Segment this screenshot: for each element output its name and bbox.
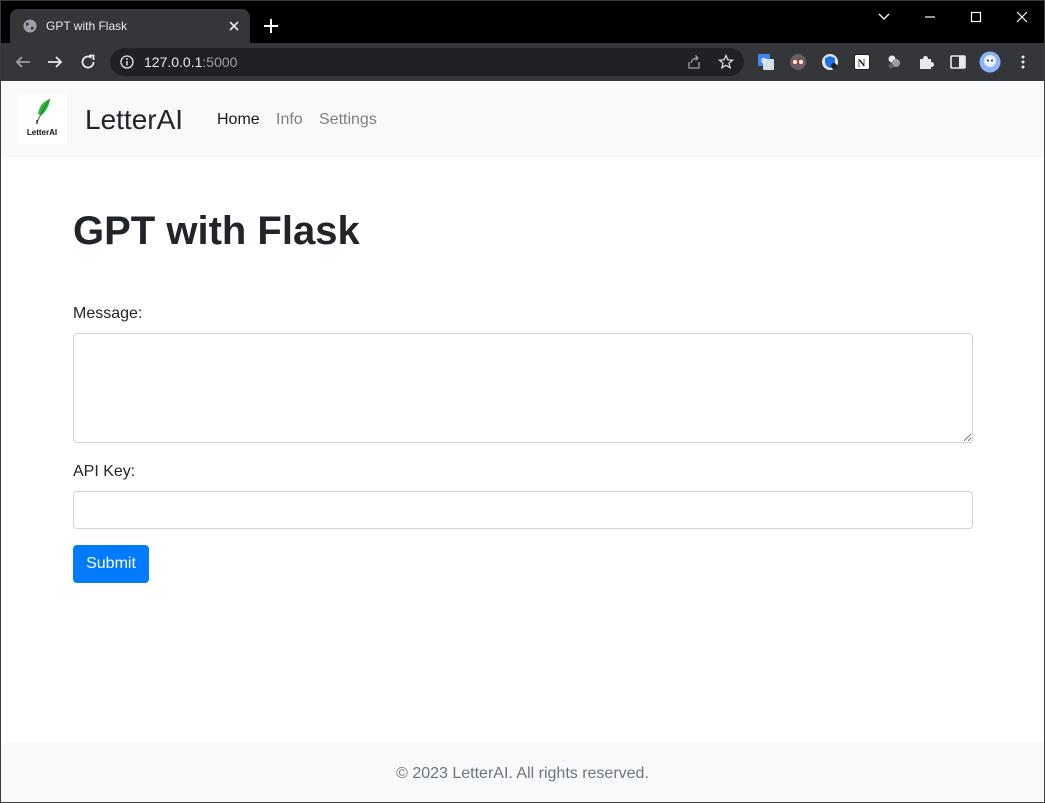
message-label: Message: — [73, 305, 143, 322]
arrow-right-icon[interactable] — [46, 53, 64, 71]
avatar-icon[interactable] — [979, 51, 1001, 73]
footer: © 2023 LetterAI. All rights reserved. — [1, 743, 1044, 802]
glasses-icon[interactable] — [789, 53, 807, 71]
close-icon[interactable] — [226, 18, 242, 34]
browser-tab[interactable]: GPT with Flask — [10, 9, 250, 43]
chevron-down-icon[interactable] — [874, 7, 894, 27]
globe-icon — [23, 19, 37, 33]
star-icon[interactable] — [718, 54, 734, 70]
message-textarea[interactable] — [73, 333, 973, 443]
notion-icon[interactable]: N — [853, 53, 871, 71]
svg-text:G: G — [761, 58, 767, 65]
maximize-icon[interactable] — [966, 7, 986, 27]
web-page: LetterAI LetterAI Home Info Settings GPT… — [1, 81, 1044, 802]
side-panel-icon[interactable] — [949, 53, 967, 71]
browser-toolbar: 127.0.0.1:5000 G N — [1, 43, 1044, 81]
more-vert-icon[interactable] — [1014, 53, 1032, 71]
logo[interactable]: LetterAI — [17, 94, 67, 144]
api-key-input[interactable] — [73, 491, 973, 529]
browser-window: GPT with Flask 127.0.0.1:5000 G N Letter… — [0, 0, 1045, 803]
navbar: LetterAI LetterAI Home Info Settings — [1, 81, 1044, 157]
translate-icon[interactable]: G — [757, 53, 775, 71]
figures-icon[interactable] — [885, 53, 903, 71]
nav-settings-link[interactable]: Settings — [319, 111, 377, 129]
minimize-icon[interactable] — [920, 7, 940, 27]
brand-link[interactable]: LetterAI — [85, 104, 183, 136]
share-icon[interactable] — [686, 54, 702, 70]
tab-strip: GPT with Flask — [1, 1, 1044, 43]
logo-text: LetterAI — [26, 128, 58, 137]
page-title: GPT with Flask — [73, 209, 360, 253]
api-key-label: API Key: — [73, 463, 136, 480]
svg-text:N: N — [858, 58, 866, 70]
url-host: 127.0.0.1 — [144, 54, 203, 70]
nav-home-link[interactable]: Home — [217, 111, 260, 129]
address-bar[interactable]: 127.0.0.1:5000 — [110, 48, 744, 76]
url-port: :5000 — [202, 54, 238, 70]
puzzle-icon[interactable] — [917, 53, 935, 71]
submit-button[interactable]: Submit — [73, 545, 149, 583]
close-window-icon[interactable] — [1012, 7, 1032, 27]
arrow-left-icon[interactable] — [14, 53, 32, 71]
nav-info-link[interactable]: Info — [276, 111, 303, 129]
tab-title: GPT with Flask — [46, 19, 128, 33]
plus-icon[interactable] — [263, 18, 279, 34]
footer-text: © 2023 LetterAI. All rights reserved. — [396, 765, 649, 782]
reload-icon[interactable] — [79, 53, 97, 71]
info-icon[interactable] — [120, 55, 134, 69]
feather-icon — [36, 98, 51, 124]
shield-icon[interactable] — [821, 53, 839, 71]
url-text: 127.0.0.1:5000 — [144, 55, 237, 69]
